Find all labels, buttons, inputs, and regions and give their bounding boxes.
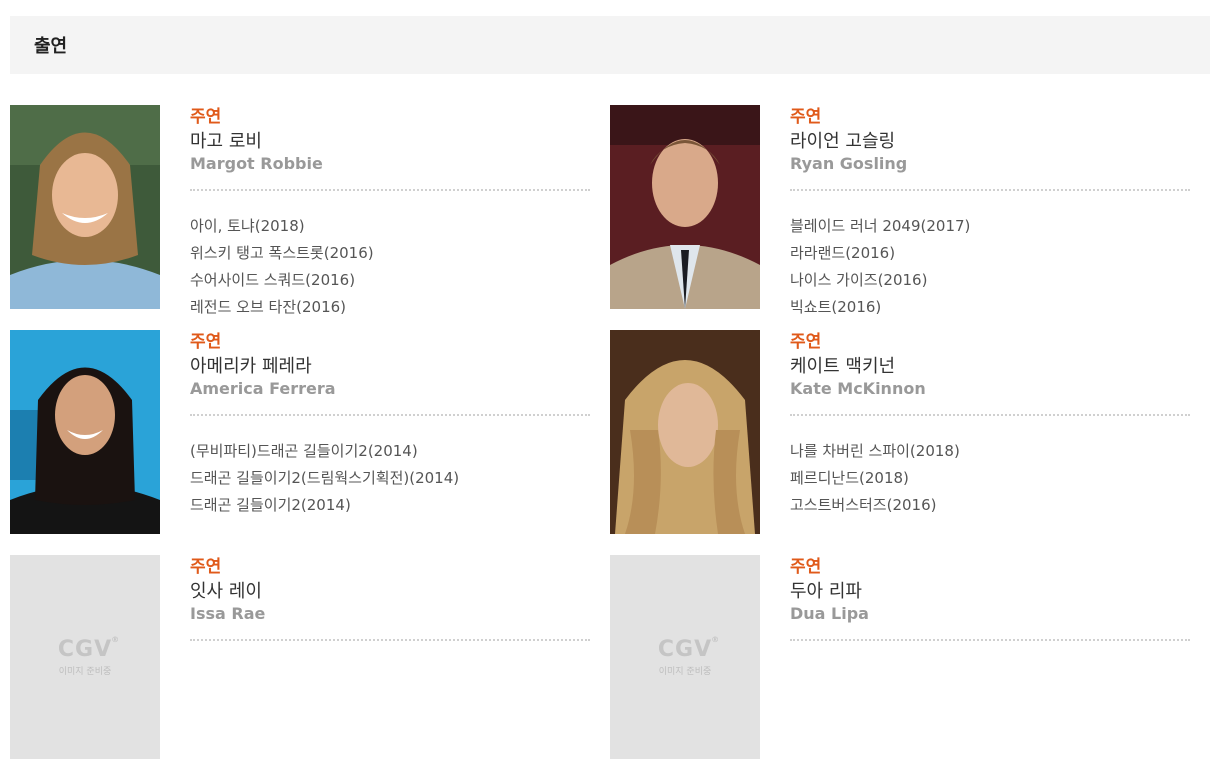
cast-card: 주연 마고 로비 Margot Robbie 아이, 토냐(2018) 위스키 … [10, 105, 590, 316]
cast-card: 주연 케이트 맥키넌 Kate McKinnon 나를 차버린 스파이(2018… [610, 330, 1190, 535]
film-link[interactable]: 페르디난드(2018) [790, 465, 1190, 492]
divider [790, 189, 1190, 191]
role-label: 주연 [190, 332, 222, 352]
actor-photo-placeholder[interactable]: CGV ® 이미지 준비중 [610, 555, 760, 759]
divider [790, 414, 1190, 416]
film-link[interactable]: (무비파티)드래곤 길들이기2(2014) [190, 438, 590, 465]
film-link[interactable]: 고스트버스터즈(2016) [790, 492, 1190, 519]
film-link[interactable]: 드래곤 길들이기2(2014) [190, 492, 590, 519]
filmography-list: 나를 차버린 스파이(2018) 페르디난드(2018) 고스트버스터즈(201… [790, 438, 1190, 519]
actor-info: 주연 잇사 레이 Issa Rae [190, 555, 590, 641]
film-link[interactable]: 라라랜드(2016) [790, 240, 1190, 267]
actor-photo[interactable] [10, 330, 160, 534]
film-link[interactable]: 빅쇼트(2016) [790, 294, 1190, 321]
actor-photo[interactable] [10, 105, 160, 309]
actor-info: 주연 케이트 맥키넌 Kate McKinnon 나를 차버린 스파이(2018… [790, 330, 1190, 519]
role-label: 주연 [790, 557, 822, 577]
divider [790, 639, 1190, 641]
actor-name-en: Issa Rae [190, 604, 266, 623]
actor-info: 주연 두아 리파 Dua Lipa [790, 555, 1190, 641]
actor-photo[interactable] [610, 105, 760, 309]
divider [190, 414, 590, 416]
cgv-logo: CGV ® [57, 635, 121, 662]
cgv-logo: CGV ® [657, 635, 721, 662]
film-link[interactable]: 나를 차버린 스파이(2018) [790, 438, 1190, 465]
cast-section-header: 출연 [10, 16, 1210, 74]
actor-name-en: Margot Robbie [190, 154, 323, 173]
role-label: 주연 [190, 557, 222, 577]
cast-card: 주연 라이언 고슬링 Ryan Gosling 블레이드 러너 2049(201… [610, 105, 1190, 316]
filmography-list: 블레이드 러너 2049(2017) 라라랜드(2016) 나이스 가이즈(20… [790, 213, 1190, 321]
section-title: 출연 [34, 36, 68, 57]
actor-name-ko[interactable]: 아메리카 페레라 [190, 354, 590, 380]
actor-name-ko[interactable]: 마고 로비 [190, 129, 590, 155]
actor-info: 주연 아메리카 페레라 America Ferrera (무비파티)드래곤 길들… [190, 330, 590, 519]
actor-name-ko[interactable]: 잇사 레이 [190, 579, 590, 605]
placeholder-text: 이미지 준비중 [58, 667, 112, 677]
divider [190, 639, 590, 641]
role-label: 주연 [790, 107, 822, 127]
actor-info: 주연 라이언 고슬링 Ryan Gosling 블레이드 러너 2049(201… [790, 105, 1190, 321]
filmography-list: (무비파티)드래곤 길들이기2(2014) 드래곤 길들이기2(드림웍스기획전)… [190, 438, 590, 519]
cast-card: CGV ® 이미지 준비중 주연 잇사 레이 Issa Rae [10, 555, 590, 760]
film-link[interactable]: 블레이드 러너 2049(2017) [790, 213, 1190, 240]
actor-name-en: Kate McKinnon [790, 379, 926, 398]
actor-name-ko[interactable]: 두아 리파 [790, 579, 1190, 605]
actor-name-en: Ryan Gosling [790, 154, 908, 173]
film-link[interactable]: 레전드 오브 타잔(2016) [190, 294, 590, 321]
role-label: 주연 [190, 107, 222, 127]
filmography-list: 아이, 토냐(2018) 위스키 탱고 폭스트롯(2016) 수어사이드 스쿼드… [190, 213, 590, 321]
role-label: 주연 [790, 332, 822, 352]
placeholder-text: 이미지 준비중 [658, 667, 712, 677]
actor-name-ko[interactable]: 케이트 맥키넌 [790, 354, 1190, 380]
film-link[interactable]: 드래곤 길들이기2(드림웍스기획전)(2014) [190, 465, 590, 492]
actor-name-en: Dua Lipa [790, 604, 869, 623]
actor-photo[interactable] [610, 330, 760, 534]
cast-card: 주연 아메리카 페레라 America Ferrera (무비파티)드래곤 길들… [10, 330, 590, 535]
divider [190, 189, 590, 191]
actor-name-ko[interactable]: 라이언 고슬링 [790, 129, 1190, 155]
film-link[interactable]: 아이, 토냐(2018) [190, 213, 590, 240]
cast-card: CGV ® 이미지 준비중 주연 두아 리파 Dua Lipa [610, 555, 1190, 760]
actor-photo-placeholder[interactable]: CGV ® 이미지 준비중 [10, 555, 160, 759]
film-link[interactable]: 수어사이드 스쿼드(2016) [190, 267, 590, 294]
actor-info: 주연 마고 로비 Margot Robbie 아이, 토냐(2018) 위스키 … [190, 105, 590, 321]
film-link[interactable]: 위스키 탱고 폭스트롯(2016) [190, 240, 590, 267]
film-link[interactable]: 나이스 가이즈(2016) [790, 267, 1190, 294]
actor-name-en: America Ferrera [190, 379, 336, 398]
